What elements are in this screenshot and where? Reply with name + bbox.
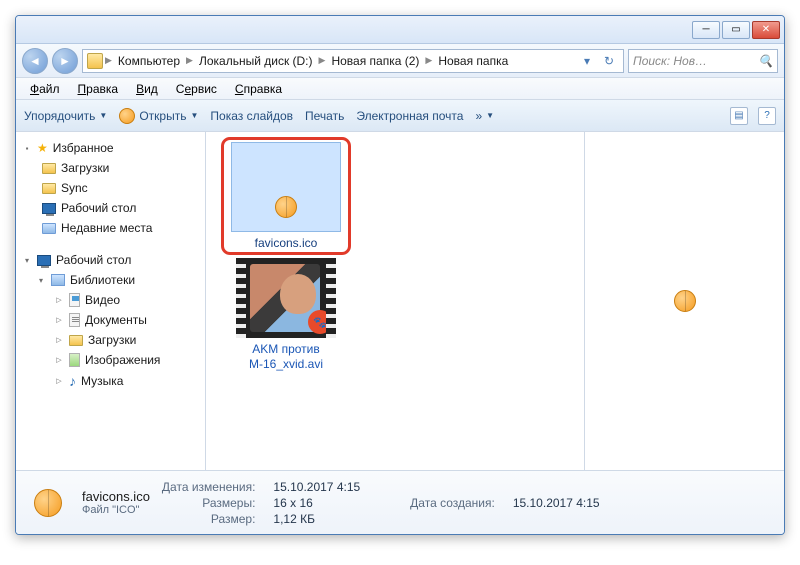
dropdown-icon[interactable]: ▾ (577, 54, 597, 68)
breadcrumb-item[interactable]: Компьютер (114, 54, 184, 68)
desktop-icon (37, 255, 51, 266)
breadcrumb-item[interactable]: Локальный диск (D:) (195, 54, 317, 68)
folder-icon (42, 183, 56, 194)
orange-icon (275, 196, 297, 218)
details-filename: favicons.ico (82, 489, 150, 504)
maximize-button[interactable]: ▭ (722, 21, 750, 39)
favorites-group[interactable]: ▪★Избранное (20, 138, 201, 158)
details-table-2: Дата создания:15.10.2017 4:15 (410, 496, 617, 510)
file-item-video[interactable]: 🐾 AKM против М-16_xvid.avi (226, 258, 346, 371)
sidebar-item-downloads[interactable]: ▷Загрузки (20, 330, 201, 350)
minimize-button[interactable]: ─ (692, 21, 720, 39)
folder-icon (87, 53, 103, 69)
organize-button[interactable]: Упорядочить▼ (24, 109, 107, 123)
file-name: AKM против М-16_xvid.avi (226, 342, 346, 371)
documents-icon (69, 313, 80, 327)
desktop-icon (42, 203, 56, 214)
recent-icon (42, 223, 56, 234)
forward-button[interactable]: ► (52, 48, 78, 74)
view-options-button[interactable]: ▤ (730, 107, 748, 125)
sidebar-item-sync[interactable]: Sync (20, 178, 201, 198)
preview-icon (674, 290, 696, 312)
slideshow-button[interactable]: Показ слайдов (210, 109, 293, 123)
chevron-right-icon[interactable]: ▶ (186, 55, 193, 66)
overflow-button[interactable]: »▼ (475, 109, 494, 123)
details-pane: favicons.ico Файл "ICO" Дата изменения:1… (16, 470, 784, 534)
file-item-favicons[interactable]: favicons.ico (226, 142, 346, 250)
sidebar-item-documents[interactable]: ▷Документы (20, 310, 201, 330)
help-button[interactable]: ? (758, 107, 776, 125)
titlebar: ─ ▭ ✕ (16, 16, 784, 44)
search-input[interactable]: Поиск: Нов… 🔍 (628, 49, 778, 73)
open-button[interactable]: Открыть▼ (119, 108, 198, 124)
preview-pane (584, 132, 784, 470)
star-icon: ★ (37, 141, 48, 155)
navigation-pane: ▪★Избранное Загрузки Sync Рабочий стол Н… (16, 132, 206, 470)
search-placeholder: Поиск: Нов… (633, 54, 707, 68)
explorer-window: ─ ▭ ✕ ◄ ► ▶ Компьютер ▶ Локальный диск (… (15, 15, 785, 535)
menu-tools[interactable]: Сервис (168, 80, 225, 98)
command-bar: Упорядочить▼ Открыть▼ Показ слайдов Печа… (16, 100, 784, 132)
libraries-icon (51, 274, 65, 286)
sidebar-item-desktop[interactable]: Рабочий стол (20, 198, 201, 218)
sidebar-item-music[interactable]: ▷♪Музыка (20, 370, 201, 392)
breadcrumb-item[interactable]: Новая папка (2) (327, 54, 423, 68)
chevron-right-icon[interactable]: ▶ (319, 55, 326, 66)
chevron-right-icon[interactable]: ▶ (105, 55, 112, 66)
address-bar[interactable]: ▶ Компьютер ▶ Локальный диск (D:) ▶ Нова… (82, 49, 624, 73)
file-list[interactable]: favicons.ico 🐾 AKM против М-16_xvid.avi (206, 132, 584, 470)
pictures-icon (69, 353, 80, 367)
sidebar-item-video[interactable]: ▷Видео (20, 290, 201, 310)
menu-view[interactable]: Вид (128, 80, 166, 98)
sidebar-item-pictures[interactable]: ▷Изображения (20, 350, 201, 370)
sidebar-item-downloads[interactable]: Загрузки (20, 158, 201, 178)
menu-help[interactable]: Справка (227, 80, 290, 98)
libraries-group[interactable]: ▾Библиотеки (20, 270, 201, 290)
file-name: favicons.ico (226, 236, 346, 250)
body: ▪★Избранное Загрузки Sync Рабочий стол Н… (16, 132, 784, 470)
menu-file[interactable]: Файл (22, 80, 68, 98)
desktop-group[interactable]: ▾Рабочий стол (20, 250, 201, 270)
print-button[interactable]: Печать (305, 109, 344, 123)
play-badge-icon: 🐾 (308, 310, 332, 334)
details-filetype: Файл "ICO" (82, 504, 150, 516)
file-thumbnail (231, 142, 341, 232)
details-icon (26, 481, 70, 525)
open-icon (119, 108, 135, 124)
email-button[interactable]: Электронная почта (356, 109, 463, 123)
music-icon: ♪ (69, 373, 76, 389)
search-icon: 🔍 (758, 54, 773, 68)
menu-bar: Файл Правка Вид Сервис Справка (16, 78, 784, 100)
folder-icon (69, 335, 83, 346)
menu-edit[interactable]: Правка (70, 80, 127, 98)
back-button[interactable]: ◄ (22, 48, 48, 74)
folder-icon (42, 163, 56, 174)
file-thumbnail: 🐾 (236, 258, 336, 338)
details-table: Дата изменения:15.10.2017 4:15 Размеры:1… (162, 480, 378, 526)
nav-bar: ◄ ► ▶ Компьютер ▶ Локальный диск (D:) ▶ … (16, 44, 784, 78)
breadcrumb-item[interactable]: Новая папка (434, 54, 512, 68)
refresh-button[interactable]: ↻ (599, 54, 619, 68)
close-button[interactable]: ✕ (752, 21, 780, 39)
video-icon (69, 293, 80, 307)
chevron-right-icon[interactable]: ▶ (425, 55, 432, 66)
sidebar-item-recent[interactable]: Недавние места (20, 218, 201, 238)
